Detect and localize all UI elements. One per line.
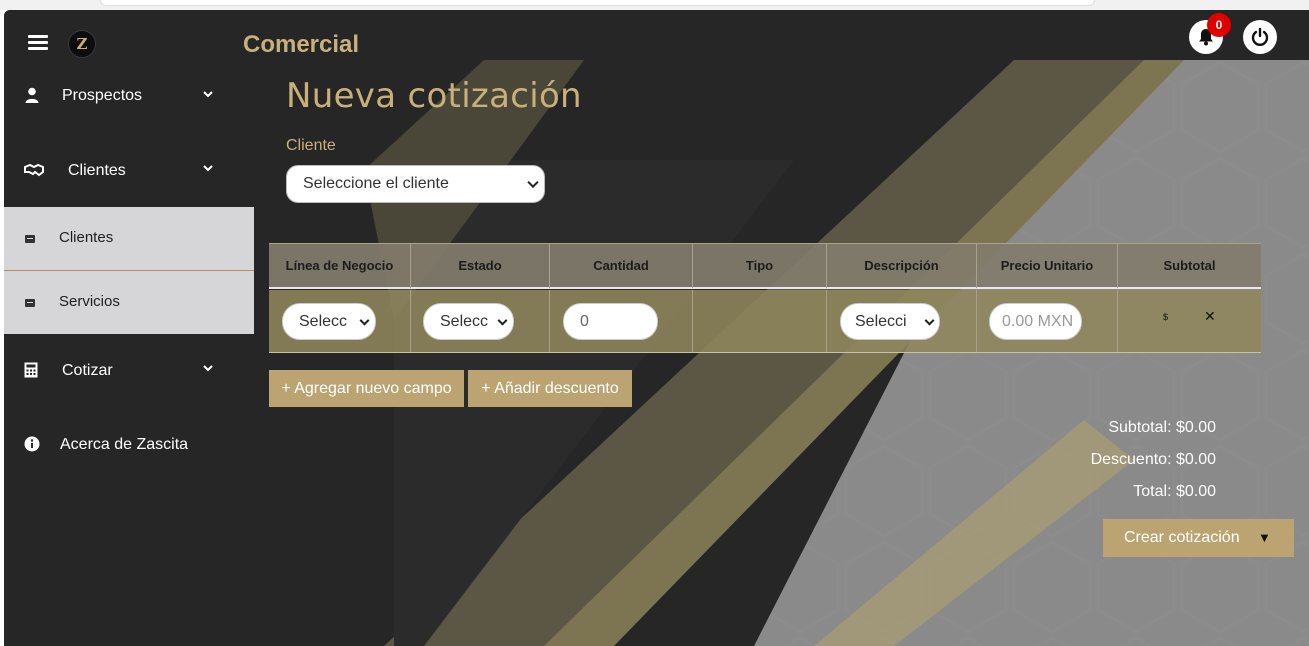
main-content: Nueva cotización Cliente Seleccione el c… xyxy=(254,60,1309,646)
browser-chrome xyxy=(0,0,1309,10)
handshake-icon xyxy=(24,163,44,177)
input-placeholder: 0.00 MXN xyxy=(1002,313,1074,330)
column-header: Estado xyxy=(411,244,550,288)
zascita-logo[interactable]: Z xyxy=(68,30,96,58)
chevron-down-icon xyxy=(359,315,370,326)
address-bar[interactable] xyxy=(100,0,1095,6)
top-header: Z Comercial 0 xyxy=(4,10,1309,60)
table-cell: Selecci xyxy=(827,290,977,352)
column-header: Cantidad xyxy=(550,244,693,288)
linea-negocio-select[interactable]: Selecc xyxy=(282,303,376,340)
create-quote-button[interactable]: Crear cotización ▼ xyxy=(1103,519,1294,557)
client-select[interactable]: Seleccione el cliente xyxy=(286,165,545,203)
chevron-down-icon xyxy=(203,91,213,98)
logout-button[interactable] xyxy=(1243,20,1277,54)
column-header: Precio Unitario xyxy=(977,244,1118,288)
select-value: Selecc xyxy=(299,313,348,330)
sidebar-item-label: Cotizar xyxy=(62,362,113,379)
total-text: Total: $0.00 xyxy=(1133,483,1216,500)
precio-unitario-input[interactable]: 0.00 MXN xyxy=(989,303,1082,340)
sidebar-subitem-servicios[interactable]: Servicios xyxy=(4,271,254,334)
chevron-down-icon xyxy=(527,176,539,189)
sidebar-item-cotizar[interactable]: Cotizar xyxy=(4,334,254,408)
id-card-icon xyxy=(25,235,35,243)
chevron-down-icon xyxy=(203,165,213,172)
quote-table: Línea de Negocio Estado Cantidad Tipo De… xyxy=(269,243,1261,353)
close-icon[interactable]: ✕ xyxy=(1204,308,1216,325)
table-cell: 0 xyxy=(550,290,693,352)
hamburger-icon[interactable] xyxy=(28,35,48,51)
sidebar-item-label: Acerca de Zascita xyxy=(60,436,189,453)
sidebar-subitem-label: Servicios xyxy=(59,293,120,310)
column-header: Subtotal xyxy=(1163,258,1216,273)
app-window: Z Comercial 0 Prospectos Clientes Client… xyxy=(4,10,1309,646)
cantidad-input[interactable]: 0 xyxy=(563,303,658,340)
column-header: Tipo xyxy=(693,244,827,288)
discount-text: Descuento: $0.00 xyxy=(1090,451,1216,468)
sidebar-item-acerca[interactable]: Acerca de Zascita xyxy=(4,408,254,482)
table-cell: Selecc xyxy=(411,290,550,352)
chevron-down-icon xyxy=(497,315,508,326)
add-field-button[interactable]: + Agregar nuevo campo xyxy=(269,370,464,407)
add-discount-button[interactable]: + Añadir descuento xyxy=(468,370,632,407)
sidebar-item-label: Prospectos xyxy=(62,87,143,104)
column-header: Descripción xyxy=(827,244,977,288)
tipo-cell xyxy=(693,290,827,352)
chevron-down-icon xyxy=(924,315,935,326)
sidebar-subitem-label: Clientes xyxy=(59,229,114,246)
sidebar-item-prospectos[interactable]: Prospectos xyxy=(4,60,254,134)
estado-select[interactable]: Selecc xyxy=(423,303,514,340)
app-title: Comercial xyxy=(243,31,360,58)
notification-badge: 0 xyxy=(1207,13,1231,37)
chevron-down-icon xyxy=(203,365,213,372)
sidebar-item-label: Clientes xyxy=(68,162,126,179)
sidebar: Prospectos Clientes Clientes Servicios C… xyxy=(4,60,254,646)
select-value: Selecci xyxy=(855,313,907,330)
page-title: Nueva cotización xyxy=(286,76,582,116)
client-label: Cliente xyxy=(286,137,336,154)
descripcion-select[interactable]: Selecci xyxy=(840,303,940,340)
table-row: Selecc Selecc 0 Selecci 0.00 MXN $ ✕ xyxy=(269,290,1261,353)
client-select-value: Seleccione el cliente xyxy=(303,175,449,192)
select-value: Selecc xyxy=(440,313,489,330)
caret-down-icon[interactable]: ▼ xyxy=(1258,519,1271,557)
info-icon xyxy=(24,436,40,452)
column-header: Línea de Negocio xyxy=(269,244,411,288)
id-card-icon xyxy=(25,299,35,307)
subtotal-text: Subtotal: $0.00 xyxy=(1108,419,1216,436)
input-value: 0 xyxy=(580,313,589,330)
sidebar-subitem-clientes[interactable]: Clientes xyxy=(4,207,254,271)
subtotal-value: $ xyxy=(1163,312,1169,322)
user-icon xyxy=(25,87,39,103)
calculator-icon xyxy=(24,362,38,378)
table-header: Línea de Negocio Estado Cantidad Tipo De… xyxy=(269,243,1261,289)
create-quote-label: Crear cotización xyxy=(1124,529,1240,546)
table-cell: 0.00 MXN xyxy=(977,290,1118,352)
sidebar-item-clientes[interactable]: Clientes xyxy=(4,134,254,208)
power-icon xyxy=(1251,27,1269,46)
table-cell: Selecc xyxy=(269,290,411,352)
table-cell: $ ✕ xyxy=(1118,290,1261,352)
